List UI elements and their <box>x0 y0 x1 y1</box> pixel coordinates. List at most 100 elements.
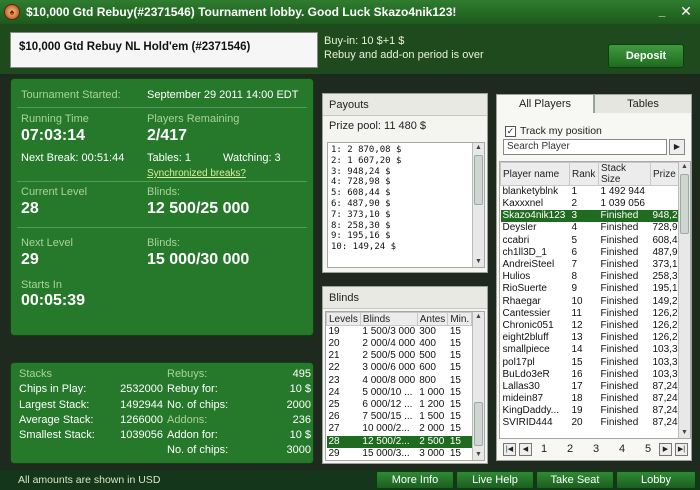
column-header[interactable]: Stack Size <box>598 162 651 186</box>
prev-page-icon[interactable]: ◀ <box>519 443 532 456</box>
blinds-scrollbar[interactable]: ▲ ▼ <box>472 312 484 460</box>
table-row[interactable]: 29 15 000/3... 3 000 15 <box>327 448 472 460</box>
divider <box>17 181 307 182</box>
table-row[interactable]: 25 6 000/12 ... 1 200 15 <box>327 399 472 411</box>
current-blinds-label: Blinds: <box>147 186 181 198</box>
table-cell: 103,3... <box>652 368 681 380</box>
column-header[interactable]: Min. <box>447 312 473 326</box>
table-row[interactable]: ccabri 5 Finished 608,4... <box>501 235 681 247</box>
list-item[interactable]: 1: 2 870,08 $ <box>328 145 484 156</box>
live-help-button[interactable]: Live Help <box>456 471 534 489</box>
search-arrow-icon[interactable]: ▶ <box>669 139 685 155</box>
scroll-thumb[interactable] <box>474 402 483 446</box>
buyin-text: Buy-in: 10 $+1 $ <box>324 35 405 47</box>
column-header[interactable]: Rank <box>569 162 599 186</box>
table-row[interactable]: midein87 18 Finished 87,24 $ <box>501 393 681 405</box>
list-item[interactable]: 10: 149,24 $ <box>328 242 484 253</box>
list-item[interactable]: 4: 728,98 $ <box>328 177 484 188</box>
scroll-thumb[interactable] <box>474 155 483 205</box>
last-page-icon[interactable]: ▶| <box>675 443 688 456</box>
list-item[interactable]: 9: 195,16 $ <box>328 231 484 242</box>
table-row[interactable]: 28 12 500/2... 2 500 15 <box>326 435 472 448</box>
page-link[interactable]: 5 <box>645 443 651 455</box>
search-player-input[interactable]: Search Player <box>503 139 667 155</box>
tab-all-players[interactable]: All Players <box>496 94 594 114</box>
table-row[interactable]: 24 5 000/10 ... 1 000 15 <box>327 387 472 399</box>
table-cell: 87,24 $ <box>652 405 681 417</box>
list-item[interactable]: 2: 1 607,20 $ <box>328 156 484 167</box>
scroll-up-icon[interactable]: ▲ <box>473 312 484 322</box>
more-info-button[interactable]: More Info <box>376 471 454 489</box>
table-row[interactable]: 19 1 500/3 000 300 15 <box>327 326 472 339</box>
players-table-box[interactable]: Player name Rank Stack Size Prize blanketyb… <box>499 161 691 439</box>
page-link[interactable]: 1 <box>541 443 547 455</box>
scroll-down-icon[interactable]: ▼ <box>679 428 690 438</box>
table-row[interactable]: 20 2 000/4 000 400 15 <box>327 338 472 350</box>
table-row[interactable]: Cantessier 11 Finished 126,2... <box>501 308 681 320</box>
table-row[interactable]: ch1ll3D_1 6 Finished 487,9... <box>501 247 681 259</box>
table-row[interactable]: AndreiSteel 7 Finished 373,1... <box>501 259 681 271</box>
lobby-button[interactable]: Lobby <box>616 471 696 489</box>
blinds-table-box[interactable]: Levels Blinds Antes Min. 19 1 500/3 000 300 15… <box>325 311 485 461</box>
next-page-icon[interactable]: ▶ <box>659 443 672 456</box>
list-item[interactable]: 3: 948,24 $ <box>328 167 484 178</box>
table-cell: 373,1... <box>652 259 681 271</box>
table-row[interactable]: Deysler 4 Finished 728,9... <box>501 222 681 234</box>
minimize-button[interactable]: _ <box>652 3 672 20</box>
page-link[interactable]: 2 <box>567 443 573 455</box>
table-row[interactable]: Chronic051 12 Finished 126,2... <box>501 320 681 332</box>
deposit-button[interactable]: Deposit <box>608 44 684 68</box>
tables-count: Tables: 1 <box>147 152 192 164</box>
table-row[interactable]: blanketyblnk 1 1 492 944 <box>501 186 681 199</box>
table-row[interactable]: 27 10 000/2... 2 000 15 <box>327 423 472 435</box>
table-cell: 15 <box>449 350 461 362</box>
table-cell: 11 <box>571 307 582 319</box>
take-seat-button[interactable]: Take Seat <box>536 471 614 489</box>
scroll-down-icon[interactable]: ▼ <box>473 450 484 460</box>
column-header[interactable]: Player name <box>500 162 570 186</box>
table-cell: ccabri <box>502 234 530 246</box>
synchronized-breaks-link[interactable]: Synchronized breaks? <box>147 168 246 179</box>
table-row[interactable]: 23 4 000/8 000 800 15 <box>327 375 472 387</box>
table-row[interactable]: Lallas30 17 Finished 87,24 $ <box>501 381 681 393</box>
payouts-list[interactable]: 1: 2 870,08 $2: 1 607,20 $3: 948,24 $4: … <box>327 142 485 268</box>
table-row[interactable]: 22 3 000/6 000 600 15 <box>327 362 472 374</box>
stat-value: 2000 <box>286 398 311 411</box>
scroll-up-icon[interactable]: ▲ <box>679 162 690 172</box>
list-item[interactable]: 7: 373,10 $ <box>328 210 484 221</box>
scroll-thumb[interactable] <box>680 174 689 234</box>
table-row[interactable]: Rhaegar 10 Finished 149,2... <box>501 296 681 308</box>
table-row[interactable]: 26 7 500/15 ... 1 500 15 <box>327 411 472 423</box>
table-row[interactable]: Hulios 8 Finished 258,3... <box>501 271 681 283</box>
table-row[interactable]: 21 2 500/5 000 500 15 <box>327 350 472 362</box>
first-page-icon[interactable]: |◀ <box>503 443 516 456</box>
column-header[interactable]: Prize <box>650 162 681 186</box>
table-row[interactable]: KingDaddy... 19 Finished 87,24 $ <box>501 405 681 417</box>
column-header[interactable]: Blinds <box>359 312 418 326</box>
scroll-down-icon[interactable]: ▼ <box>473 257 484 267</box>
scroll-up-icon[interactable]: ▲ <box>473 143 484 153</box>
checkbox-checked-icon[interactable]: ✓ <box>505 125 516 137</box>
payouts-scrollbar[interactable]: ▲ ▼ <box>472 143 484 267</box>
page-link[interactable]: 4 <box>619 443 625 455</box>
table-row[interactable]: Skazo4nik1233Finished948,2... <box>500 210 681 223</box>
list-item[interactable]: 5: 608,44 $ <box>328 188 484 199</box>
column-header[interactable]: Antes <box>416 312 449 326</box>
table-row[interactable]: RioSuerte 9 Finished 195,1... <box>501 283 681 295</box>
list-item[interactable]: 8: 258,30 $ <box>328 221 484 232</box>
table-row[interactable]: Kaxxxnel 2 1 039 056 <box>501 198 681 210</box>
table-row[interactable]: SVIRID444 20 Finished 87,24 $ <box>501 417 681 429</box>
table-cell: Finished <box>600 234 639 246</box>
tab-tables[interactable]: Tables <box>594 94 692 114</box>
table-row[interactable]: pol17pl 15 Finished 103,3... <box>501 356 681 368</box>
track-position-toggle[interactable]: ✓ Track my position <box>505 125 602 137</box>
column-header[interactable]: Levels <box>326 312 361 326</box>
page-link[interactable]: 3 <box>593 443 599 455</box>
table-row[interactable]: eight2bluff 13 Finished 126,2... <box>501 332 681 344</box>
players-scrollbar[interactable]: ▲ ▼ <box>678 162 690 438</box>
close-button[interactable]: ✕ <box>676 3 696 20</box>
list-item[interactable]: 6: 487,90 $ <box>328 199 484 210</box>
table-row[interactable]: smallpiece 14 Finished 103,3... <box>501 344 681 356</box>
table-row[interactable]: BuLdo3eR 16 Finished 103,3... <box>501 369 681 381</box>
table-cell: Hulios <box>502 271 531 283</box>
